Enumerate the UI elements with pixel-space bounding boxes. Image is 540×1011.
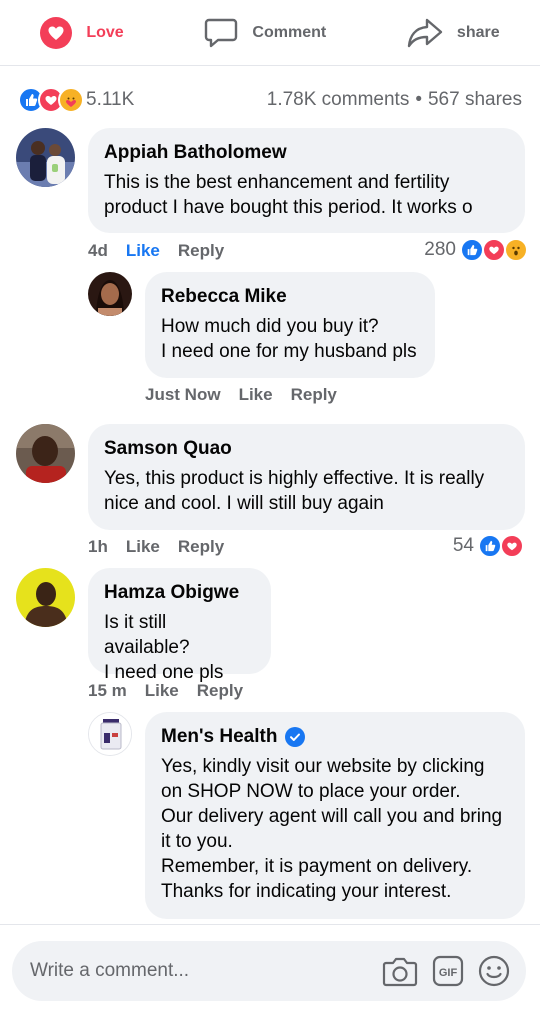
comment-text: How much did you buy it? I need one for … — [161, 316, 417, 362]
reaction-summary: 5.11K 1.78K comments • 567 shares — [18, 84, 522, 116]
like-link[interactable]: Like — [145, 681, 179, 701]
comments-count[interactable]: 1.78K comments — [267, 89, 410, 111]
love-reaction-icon — [500, 534, 524, 558]
comment-actions: 4d Like Reply — [88, 241, 224, 261]
comment-bubble: Men's Health Yes, kindly visit our websi… — [145, 712, 525, 919]
comment-input-placeholder: Write a comment... — [30, 960, 190, 981]
post-action-bar: Love Comment share — [0, 0, 540, 66]
comment-author[interactable]: Samson Quao — [104, 438, 509, 460]
reaction-icons — [18, 87, 84, 113]
comment-actions: 1h Like Reply — [88, 537, 224, 557]
summary-stats: 1.78K comments • 567 shares — [267, 89, 522, 111]
reply-link[interactable]: Reply — [291, 385, 337, 405]
comment-bubble: Hamza Obigwe Is it still available? I ne… — [88, 568, 271, 683]
love-label: Love — [86, 23, 124, 41]
comment-actions: Just Now Like Reply — [145, 385, 337, 405]
love-icon — [40, 16, 73, 49]
comment-time: Just Now — [145, 385, 221, 404]
like-reaction-icon — [460, 238, 484, 262]
care-reaction-icon — [58, 87, 84, 113]
comment-text: Yes, this product is highly effective. I… — [104, 468, 485, 514]
avatar[interactable] — [88, 272, 132, 316]
share-label: share — [456, 23, 500, 41]
separator-dot: • — [415, 89, 422, 110]
comment-text: This is the best enhancement and fertili… — [104, 172, 473, 218]
reaction-count: 5.11K — [86, 89, 135, 110]
comment-button[interactable]: Comment — [204, 17, 326, 49]
comment-reaction-number: 280 — [424, 239, 456, 260]
comment-bubble: Samson Quao Yes, this product is highly … — [88, 424, 525, 530]
comment-composer: Write a comment... GIF — [0, 924, 540, 1011]
gif-icon[interactable]: GIF — [432, 955, 464, 987]
gif-label: GIF — [439, 967, 458, 979]
comment-time: 1h — [88, 537, 108, 556]
comment-author[interactable]: Hamza Obigwe — [104, 582, 255, 604]
composer-actions: GIF — [382, 955, 510, 987]
avatar[interactable] — [16, 424, 75, 483]
comment-text: Is it still available? I need one pls — [104, 612, 224, 683]
like-link[interactable]: Like — [126, 537, 160, 557]
shares-count[interactable]: 567 shares — [428, 89, 522, 111]
comment-input[interactable]: Write a comment... GIF — [12, 941, 526, 1001]
comment-time: 4d — [88, 241, 108, 260]
comment-bubble: Appiah Batholomew This is the best enhan… — [88, 128, 525, 233]
reactions-group[interactable]: 5.11K — [18, 87, 134, 113]
love-button[interactable]: Love — [40, 16, 124, 49]
comment-author-row: Men's Health — [161, 726, 509, 748]
verified-badge-icon — [285, 727, 306, 747]
like-link[interactable]: Like — [239, 385, 273, 405]
comment-text: Yes, kindly visit our website by clickin… — [161, 756, 503, 902]
emoji-icon[interactable] — [478, 955, 510, 987]
comment-bubble: Rebecca Mike How much did you buy it? I … — [145, 272, 435, 378]
comment-author[interactable]: Appiah Batholomew — [104, 142, 509, 164]
comment-icon — [204, 17, 238, 49]
comment-label: Comment — [252, 23, 327, 41]
wow-reaction-icon — [504, 238, 528, 262]
like-reaction-icon — [478, 534, 502, 558]
camera-icon[interactable] — [382, 955, 418, 987]
reply-link[interactable]: Reply — [178, 537, 224, 557]
share-button[interactable]: share — [407, 17, 500, 49]
comment-author[interactable]: Rebecca Mike — [161, 286, 419, 308]
comment-time: 15 m — [88, 681, 127, 700]
love-reaction-icon — [482, 238, 506, 262]
avatar[interactable] — [88, 712, 132, 756]
comment-actions: 15 m Like Reply — [88, 681, 243, 701]
comment-reaction-count[interactable]: 54 — [452, 534, 524, 558]
comment-reaction-count[interactable]: 280 — [424, 238, 528, 262]
comment-reaction-number: 54 — [452, 535, 474, 556]
avatar[interactable] — [16, 128, 75, 187]
comment-author[interactable]: Men's Health — [161, 726, 277, 748]
reply-link[interactable]: Reply — [197, 681, 243, 701]
reply-link[interactable]: Reply — [178, 241, 224, 261]
share-icon — [407, 17, 443, 49]
avatar[interactable] — [16, 568, 75, 627]
like-link[interactable]: Like — [126, 241, 160, 261]
